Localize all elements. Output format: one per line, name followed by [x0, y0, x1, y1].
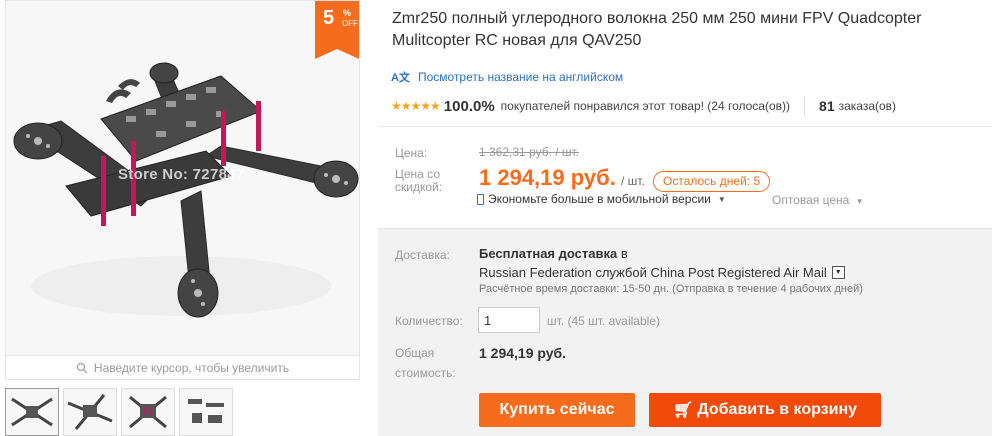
old-price-label: Цена: — [395, 146, 428, 160]
buy-now-button[interactable]: Купить сейчас — [479, 393, 635, 427]
thumbnail-strip — [5, 388, 233, 436]
new-price-label-1: Цена со — [395, 167, 440, 181]
price-section: Цена: 1 362,31 руб. / шт. Цена со скидко… — [378, 127, 992, 225]
thumbnail-4[interactable] — [179, 388, 233, 436]
rating-percent: 100.0% — [443, 97, 495, 115]
dropdown-arrow-icon[interactable]: ▼ — [831, 266, 845, 279]
product-info: Zmr250 полный углеродного волокна 250 мм… — [378, 0, 992, 436]
total-label-1: Общая — [395, 346, 435, 360]
shipping-section: Доставка: Бесплатная доставка в Russian … — [378, 228, 992, 436]
discount-badge: 5 % OFF — [315, 1, 359, 59]
old-price: 1 362,31 руб. / шт. — [479, 145, 580, 159]
wholesale-price-dropdown[interactable]: Оптовая цена ▼ — [772, 193, 864, 207]
translate-icon: A文 — [391, 72, 410, 84]
buy-now-label: Купить сейчас — [499, 401, 615, 418]
free-shipping-text: Бесплатная доставка — [479, 246, 618, 261]
translate-text: Посмотреть название на английском — [417, 70, 624, 84]
quantity-label: Количество: — [395, 314, 463, 328]
magnifier-icon — [76, 362, 88, 374]
thumbnail-image — [64, 389, 116, 435]
thumbnail-3[interactable] — [121, 388, 175, 436]
total-price: 1 294,19 руб. — [479, 345, 567, 361]
add-to-cart-button[interactable]: 🛒︎ Добавить в корзину — [649, 393, 881, 427]
mobile-saving-text: Экономьте больше в мобильной версии — [488, 192, 711, 206]
thumbnail-2[interactable] — [63, 388, 117, 436]
divider — [804, 96, 806, 116]
quantity-input[interactable] — [478, 307, 540, 333]
discount-value: 5 — [323, 7, 335, 29]
thumbnail-1[interactable] — [5, 388, 59, 436]
discount-off: OFF — [342, 19, 358, 28]
phone-icon — [477, 193, 484, 205]
per-unit: / шт. — [621, 174, 645, 188]
shipping-in: в — [620, 246, 628, 261]
zoom-hint-text: Наведите курсор, чтобы увеличить — [93, 360, 290, 375]
store-watermark: Store No: 727847 — [118, 166, 245, 183]
new-price-label-2: скидкой: — [395, 180, 443, 194]
main-product-image[interactable]: Store No: 727847 5 % OFF — [5, 0, 360, 356]
translate-title-link[interactable]: A文 Посмотреть название на английском — [391, 69, 623, 85]
zoom-hint: Наведите курсор, чтобы увеличить — [5, 356, 360, 380]
total-label-2: стоимость: — [395, 366, 456, 380]
wholesale-text: Оптовая цена — [772, 193, 850, 207]
thumbnail-image — [180, 389, 232, 435]
caret-down-icon: ▼ — [855, 197, 864, 206]
orders-label: заказа(ов) — [838, 99, 897, 113]
mobile-saving-dropdown[interactable]: Экономьте больше в мобильной версии ▼ — [477, 192, 726, 206]
caret-down-icon: ▼ — [717, 194, 726, 204]
rating-stars-icon[interactable]: ★★★★★ — [391, 99, 441, 113]
shipping-method[interactable]: Russian Federation службой China Post Re… — [479, 265, 845, 280]
rating-row: ★★★★★ 100.0% покупателей понравился этот… — [391, 96, 896, 116]
delivery-estimate: Расчётное время доставки: 15-50 дн. (Отп… — [479, 283, 863, 295]
free-shipping: Бесплатная доставка в — [479, 246, 628, 261]
cart-icon: 🛒︎ — [672, 402, 694, 419]
thumbnail-image — [6, 389, 58, 435]
shipping-route: Russian Federation службой China Post Re… — [479, 265, 827, 280]
orders-count: 81 — [819, 98, 835, 114]
quantity-available: шт. (45 шт. available) — [547, 314, 660, 328]
thumbnail-image — [122, 389, 174, 435]
product-title: Zmr250 полный углеродного волокна 250 мм… — [392, 10, 922, 49]
rating-text[interactable]: покупателей понравился этот товар! (24 г… — [501, 99, 790, 113]
add-to-cart-label: Добавить в корзину — [697, 401, 857, 418]
product-gallery: Store No: 727847 5 % OFF Наведите курсор… — [5, 0, 360, 436]
shipping-label: Доставка: — [395, 248, 450, 262]
discount-price: 1 294,19 руб. — [479, 165, 616, 190]
days-left-badge: Осталось дней: 5 — [653, 171, 771, 192]
discount-percent: % — [343, 8, 352, 18]
